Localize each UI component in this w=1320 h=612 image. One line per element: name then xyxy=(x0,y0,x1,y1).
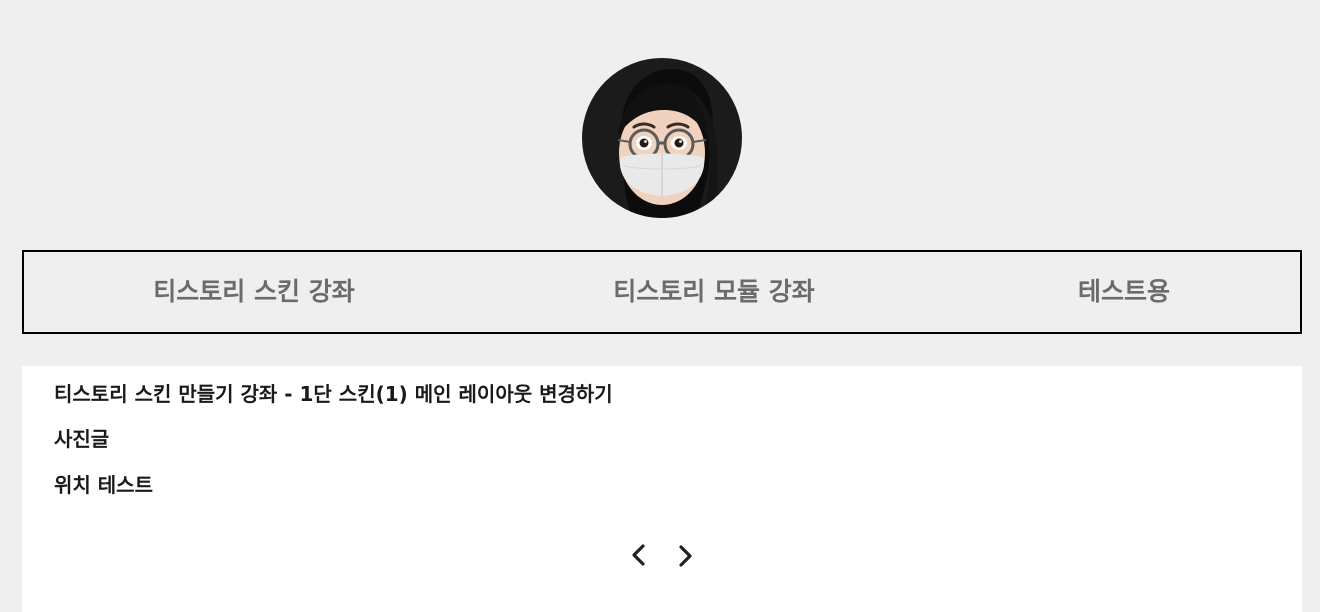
profile-avatar[interactable] xyxy=(582,58,742,218)
post-title-link[interactable]: 티스토리 스킨 만들기 강좌 - 1단 스킨(1) 메인 레이아웃 변경하기 xyxy=(54,378,613,407)
nav-item-skin-course[interactable]: 티스토리 스킨 강좌 xyxy=(134,252,374,332)
chevron-right-icon xyxy=(679,545,692,567)
nav-item-module-course[interactable]: 티스토리 모듈 강좌 xyxy=(594,252,834,332)
post-list-panel: 티스토리 스킨 만들기 강좌 - 1단 스킨(1) 메인 레이아웃 변경하기 사… xyxy=(22,366,1302,612)
pagination-prev-button[interactable] xyxy=(627,541,651,571)
post-title-link[interactable]: 사진글 xyxy=(54,423,109,452)
memoji-avatar-icon xyxy=(617,68,718,218)
category-nav: 티스토리 스킨 강좌 티스토리 모듈 강좌 테스트용 xyxy=(22,250,1302,334)
chevron-left-icon xyxy=(632,544,645,566)
pagination-next-button[interactable] xyxy=(673,541,697,571)
nav-item-test[interactable]: 테스트용 xyxy=(1054,252,1194,332)
post-title-link[interactable]: 위치 테스트 xyxy=(54,469,153,498)
